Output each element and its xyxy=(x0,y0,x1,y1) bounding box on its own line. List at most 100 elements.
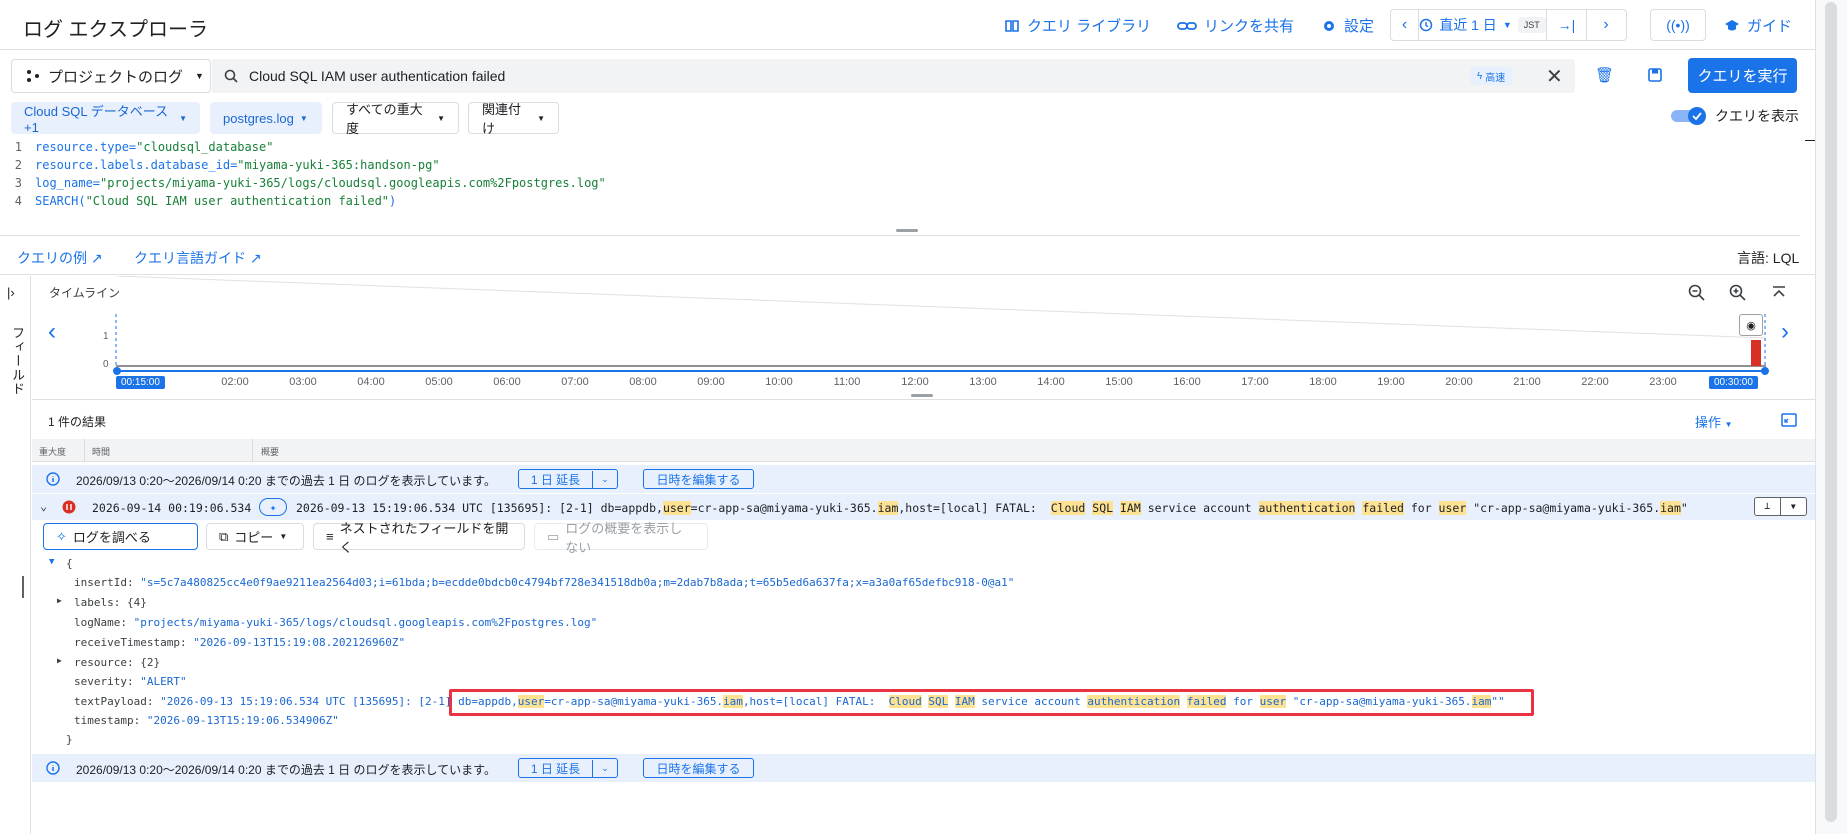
hide-summary-button[interactable]: ▭ ログの概要を表示しない xyxy=(534,521,708,555)
timeline-tick-label: 09:00 xyxy=(697,376,725,388)
timeline-tick-label: 20:00 xyxy=(1445,376,1473,388)
info-banner-text: 2026/09/13 0:20〜2026/09/14 0:20 までの過去 1 … xyxy=(76,763,496,777)
timeline-tick-label: 13:00 xyxy=(969,376,997,388)
line-number: 1 xyxy=(14,140,22,154)
line-number: 3 xyxy=(14,176,22,190)
resource-filter-chip[interactable]: Cloud SQL データベース +1 ▼ xyxy=(11,102,200,135)
results-header: 1 件の結果 操作 ▼ xyxy=(32,401,1815,439)
share-link-button[interactable]: リンクを共有 xyxy=(1177,15,1294,36)
search-bar[interactable]: Cloud SQL IAM user authentication failed… xyxy=(212,59,1575,93)
extend-range-button[interactable]: 1 日 延長 ⌄ xyxy=(518,469,618,489)
info-icon xyxy=(46,761,60,775)
histogram-bar[interactable] xyxy=(1751,340,1761,366)
query-links-bar: クエリの例 ↗ クエリ言語ガイド ↗ 言語: LQL xyxy=(0,237,1815,275)
editor-resize-handle[interactable] xyxy=(896,229,918,232)
project-scope-dropdown[interactable]: プロジェクトのログ ▼ xyxy=(11,59,211,93)
share-link-label: リンクを共有 xyxy=(1204,18,1295,35)
extend-range-button[interactable]: 1 日 延長 ⌄ xyxy=(518,758,618,778)
json-field-labels[interactable]: labels: {4} xyxy=(74,596,147,609)
run-query-button[interactable]: クエリを実行 xyxy=(1688,58,1797,93)
close-icon[interactable]: ✕ xyxy=(1546,64,1563,89)
edit-date-button[interactable]: 日時を編集する xyxy=(643,758,754,778)
line-number: 4 xyxy=(14,194,22,208)
chevron-down-icon[interactable]: ⌄ xyxy=(40,499,47,513)
column-severity[interactable]: 重大度 xyxy=(39,445,66,458)
range-start-label: 00:15:00 xyxy=(116,376,165,389)
show-query-toggle[interactable]: クエリを表示 xyxy=(1671,106,1799,126)
fields-rail-label[interactable]: フィールド xyxy=(8,326,27,396)
query-editor[interactable]: 1 resource.type="cloudsql_database" 2 re… xyxy=(0,140,1815,236)
pin-menu[interactable]: ⊥ ▼ xyxy=(1754,497,1807,516)
summary-icon: ▭ xyxy=(547,528,560,544)
dropdown-arrow-icon: ▼ xyxy=(179,113,187,123)
timeline-tick-label: 10:00 xyxy=(765,376,793,388)
external-link-icon: ↗ xyxy=(90,250,103,266)
search-input[interactable]: Cloud SQL IAM user authentication failed xyxy=(249,68,505,84)
log-name-filter-label: postgres.log xyxy=(223,110,294,126)
log-name-filter-chip[interactable]: postgres.log ▼ xyxy=(210,102,322,134)
school-icon xyxy=(1725,19,1739,30)
hierarchy-icon xyxy=(27,70,39,82)
top-bar: ログ エクスプローラ クエリ ライブラリ リンクを共有 設定 ‹ 直近 1 日 … xyxy=(0,0,1815,50)
log-summary: 2026-09-13 15:19:06.534 UTC [135695]: [2… xyxy=(296,501,1688,515)
query-examples-link[interactable]: クエリの例 ↗ xyxy=(17,248,103,268)
stream-logs-button[interactable]: ((•)) xyxy=(1650,9,1706,41)
delete-icon[interactable]: 🗑 xyxy=(1595,66,1614,84)
timeline-tick-label: 04:00 xyxy=(357,376,385,388)
fast-badge: ϟ 高速 xyxy=(1470,67,1513,85)
dropdown-arrow-icon: ▼ xyxy=(1790,502,1796,511)
json-field-resource[interactable]: resource: {2} xyxy=(74,656,160,669)
expand-panel-icon[interactable]: |› xyxy=(7,285,15,300)
page-scrollbar[interactable] xyxy=(1815,0,1847,834)
toggle-switch[interactable] xyxy=(1671,107,1707,125)
timeline-tick-label: 19:00 xyxy=(1377,376,1405,388)
explain-log-label: ログを調べる xyxy=(72,530,151,545)
rail-resize-handle[interactable] xyxy=(22,576,24,598)
timeline-resize-handle[interactable] xyxy=(911,394,933,397)
log-entry-row[interactable]: ⌄ 2026-09-14 00:19:06.534 ✦ 2026-09-13 1… xyxy=(32,494,1815,520)
actions-menu[interactable]: 操作 ▼ xyxy=(1695,412,1733,431)
correlate-filter-label: 関連付け xyxy=(482,102,522,136)
dropdown-arrow-icon: ▼ xyxy=(1502,20,1512,30)
results-count: 1 件の結果 xyxy=(48,415,107,429)
settings-button[interactable]: 設定 xyxy=(1321,15,1374,36)
copy-icon: ⧉ xyxy=(219,528,229,544)
scrollbar-thumb[interactable] xyxy=(1825,2,1837,822)
correlate-filter-chip[interactable]: 関連付け ▼ xyxy=(468,102,559,136)
edit-date-button[interactable]: 日時を編集する xyxy=(643,469,754,489)
chevron-left-icon[interactable]: ‹ xyxy=(1391,10,1419,40)
query-library-label: クエリ ライブラリ xyxy=(1027,18,1152,35)
column-summary[interactable]: 概要 xyxy=(261,445,279,458)
timezone-badge[interactable]: JST xyxy=(1517,17,1546,33)
guide-button[interactable]: ガイド xyxy=(1724,15,1792,36)
line-number: 2 xyxy=(14,158,22,172)
expand-toggle-icon[interactable]: ▶ xyxy=(57,656,62,665)
eye-icon[interactable]: ◉ xyxy=(1739,314,1763,336)
severity-filter-chip[interactable]: すべての重大度 ▼ xyxy=(332,102,459,136)
expand-nested-fields-button[interactable]: ≡ ネストされたフィールドを開く xyxy=(313,521,525,555)
column-divider xyxy=(252,439,253,462)
ai-explain-icon[interactable]: ✦ xyxy=(259,498,287,516)
link-icon xyxy=(1177,21,1197,30)
timeline-tick-label: 06:00 xyxy=(493,376,521,388)
json-field-timestamp: timestamp: "2026-09-13T15:19:06.534906Z" xyxy=(74,714,339,727)
dropdown-arrow-icon: ▼ xyxy=(437,113,445,123)
copy-button[interactable]: ⧉ コピー ▼ xyxy=(206,523,304,550)
chevron-down-icon: ⌄ xyxy=(601,762,609,773)
chevron-right-icon[interactable]: › xyxy=(1587,10,1625,40)
column-divider xyxy=(84,439,85,462)
column-time[interactable]: 時間 xyxy=(92,445,110,458)
expand-view-icon[interactable] xyxy=(1781,413,1797,427)
save-icon[interactable] xyxy=(1648,68,1662,82)
jump-to-now-icon[interactable]: →| xyxy=(1547,10,1587,40)
explain-log-button[interactable]: ✧ ログを調べる xyxy=(43,523,198,550)
timeline-tick-label: 12:00 xyxy=(901,376,929,388)
table-header: 重大度 時間 概要 xyxy=(32,439,1815,462)
query-language-guide-link[interactable]: クエリ言語ガイド ↗ xyxy=(134,248,262,268)
expand-toggle-icon[interactable]: ▶ xyxy=(57,596,62,605)
collapse-toggle-icon[interactable]: ▼ xyxy=(49,557,54,567)
timeline-tick-label: 18:00 xyxy=(1309,376,1337,388)
dropdown-arrow-icon: ▼ xyxy=(537,113,545,123)
time-range-picker[interactable]: 直近 1 日 ▼ JST xyxy=(1419,10,1547,40)
query-library-button[interactable]: クエリ ライブラリ xyxy=(1004,15,1151,36)
